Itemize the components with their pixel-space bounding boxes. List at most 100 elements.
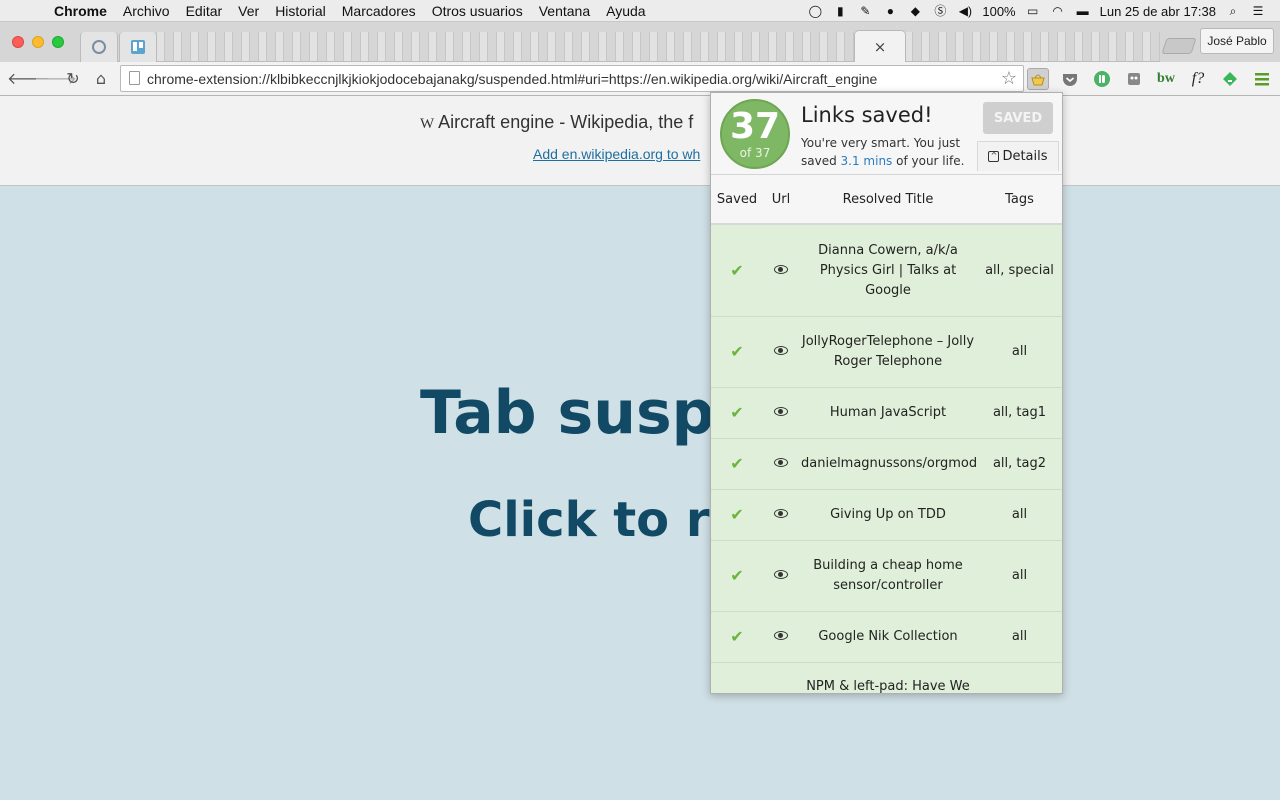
- url-cell[interactable]: [763, 261, 799, 281]
- url-cell[interactable]: [763, 505, 799, 525]
- feedly-icon[interactable]: [1219, 68, 1241, 90]
- title-cell: Building a cheap home sensor/controller: [813, 558, 963, 593]
- table-row: ✔ Dianna Cowern, a/k/a Physics Girl | Ta…: [711, 225, 1062, 317]
- eye-icon[interactable]: [774, 407, 788, 416]
- table-row: ✔ Human JavaScript all, tag1: [711, 388, 1062, 439]
- profile-button[interactable]: José Pablo: [1200, 28, 1274, 54]
- zoom-window-button[interactable]: [52, 36, 64, 48]
- menu-editar[interactable]: Editar: [178, 3, 231, 19]
- dropbox-icon[interactable]: ◆: [907, 4, 923, 18]
- url-cell[interactable]: [763, 627, 799, 647]
- pushbullet-icon[interactable]: [1091, 68, 1113, 90]
- title-cell: danielmagnussons/orgmode: [801, 456, 977, 471]
- url-cell[interactable]: [763, 342, 799, 362]
- table-row: NPM & left-pad: Have We: [711, 663, 1062, 694]
- table-row: ✔ JollyRogerTelephone – Jolly Roger Tele…: [711, 317, 1062, 388]
- check-icon: ✔: [730, 505, 744, 524]
- clock[interactable]: Lun 25 de abr 17:38: [1100, 4, 1216, 19]
- table-row: ✔ Building a cheap home sensor/controlle…: [711, 541, 1062, 612]
- bookmark-star-icon[interactable]: ☆: [1001, 68, 1017, 89]
- menu-archivo[interactable]: Archivo: [115, 3, 178, 19]
- links-saver-extension-icon[interactable]: [1027, 68, 1049, 90]
- column-url: Url: [771, 191, 791, 207]
- reload-icon[interactable]: ↻: [62, 68, 84, 90]
- close-window-button[interactable]: [12, 36, 24, 48]
- eye-icon[interactable]: [774, 570, 788, 579]
- wikipedia-icon: W: [420, 116, 435, 132]
- url-cell[interactable]: [763, 454, 799, 474]
- tags-cell: all, tag1: [992, 405, 1047, 420]
- eye-icon[interactable]: [774, 631, 788, 640]
- suspended-page[interactable]: W Aircraft engine - Wikipedia, the f Add …: [0, 96, 1280, 800]
- keyboard-icon[interactable]: ▬: [1075, 4, 1091, 18]
- tab-pinned-trello[interactable]: [119, 32, 157, 62]
- new-tab-button[interactable]: [1161, 38, 1197, 54]
- battery-percent[interactable]: 100%: [982, 4, 1015, 19]
- extension-gray-icon[interactable]: [1123, 68, 1145, 90]
- column-tags: Tags: [1005, 191, 1034, 207]
- battery-icon[interactable]: ▭: [1025, 4, 1041, 18]
- check-icon: ✔: [730, 342, 744, 361]
- back-icon[interactable]: 🡐: [7, 68, 50, 90]
- tab-active[interactable]: ×: [854, 30, 906, 62]
- tab-pinned-1[interactable]: [80, 32, 118, 62]
- menu-otros-usuarios[interactable]: Otros usuarios: [424, 3, 531, 19]
- chrome-menu-icon[interactable]: [1251, 68, 1273, 90]
- tab-strip: × José Pablo: [0, 22, 1280, 62]
- url-cell[interactable]: [763, 566, 799, 586]
- details-label: Details: [1002, 149, 1048, 164]
- title-cell: NPM & left-pad: Have We: [806, 679, 970, 694]
- url-text[interactable]: chrome-extension://klbibkeccnjlkjkiokjod…: [147, 71, 877, 87]
- evernote-icon[interactable]: ●: [882, 4, 898, 18]
- title-cell: JollyRogerTelephone – Jolly Roger Teleph…: [801, 334, 975, 369]
- menu-ayuda[interactable]: Ayuda: [598, 3, 653, 19]
- table-row: ✔ Google Nik Collection all: [711, 612, 1062, 663]
- tags-cell: all: [1011, 629, 1028, 644]
- title-cell: Human JavaScript: [829, 405, 947, 420]
- page-title: Aircraft engine - Wikipedia, the f: [438, 112, 694, 132]
- bookmark-icon[interactable]: ▮: [832, 4, 848, 18]
- menu-marcadores[interactable]: Marcadores: [334, 3, 424, 19]
- tab-suspended-heading: Tab suspe: [420, 378, 756, 448]
- tags-cell: all: [1011, 507, 1028, 522]
- menu-ver[interactable]: Ver: [230, 3, 267, 19]
- wifi-icon[interactable]: ◠: [1050, 4, 1066, 18]
- saved-button[interactable]: SAVED: [983, 102, 1053, 134]
- whitelist-link[interactable]: Add en.wikipedia.org to wh: [533, 146, 700, 162]
- pocket-icon[interactable]: [1059, 68, 1081, 90]
- page-icon: [129, 71, 140, 85]
- saved-total: of 37: [739, 146, 771, 160]
- brush-icon[interactable]: ✎: [857, 4, 873, 18]
- bw-extension-icon[interactable]: bw: [1155, 68, 1177, 90]
- close-tab-icon[interactable]: ×: [874, 38, 887, 56]
- menu-bar: Chrome Archivo Editar Ver Historial Marc…: [0, 0, 1280, 22]
- skype-icon[interactable]: Ⓢ: [932, 4, 948, 18]
- eye-icon[interactable]: [774, 458, 788, 467]
- font-finder-icon[interactable]: f?: [1187, 68, 1209, 90]
- url-cell[interactable]: [763, 403, 799, 423]
- status-area: ◯ ▮ ✎ ● ◆ Ⓢ ◀) 100% ▭ ◠ ▬ Lun 25 de abr …: [807, 0, 1280, 22]
- table-row: ✔ danielmagnussons/orgmode all, tag2: [711, 439, 1062, 490]
- trello-icon: [131, 40, 145, 54]
- address-bar[interactable]: chrome-extension://klbibkeccnjlkjkiokjod…: [120, 65, 1024, 92]
- notification-center-icon[interactable]: ☰: [1250, 4, 1266, 18]
- eye-icon[interactable]: [774, 346, 788, 355]
- minimize-window-button[interactable]: [32, 36, 44, 48]
- spotlight-icon[interactable]: ⌕: [1225, 4, 1241, 18]
- forward-icon[interactable]: 🡒: [34, 68, 77, 90]
- menu-historial[interactable]: Historial: [267, 3, 334, 19]
- expand-icon: ^: [988, 151, 1000, 162]
- click-to-reload-heading[interactable]: Click to re: [468, 492, 742, 548]
- circle-icon[interactable]: ◯: [807, 4, 823, 18]
- home-icon[interactable]: ⌂: [90, 68, 112, 90]
- menu-ventana[interactable]: Ventana: [531, 3, 598, 19]
- eye-icon[interactable]: [774, 264, 788, 274]
- tab-list[interactable]: [80, 32, 1160, 62]
- eye-icon[interactable]: [774, 509, 788, 518]
- table-row: ✔ Giving Up on TDD all: [711, 490, 1062, 541]
- menu-app[interactable]: Chrome: [46, 3, 115, 19]
- check-icon: ✔: [730, 566, 744, 585]
- details-button[interactable]: ^ Details: [977, 141, 1059, 171]
- column-saved: Saved: [716, 191, 758, 207]
- volume-icon[interactable]: ◀): [957, 4, 973, 18]
